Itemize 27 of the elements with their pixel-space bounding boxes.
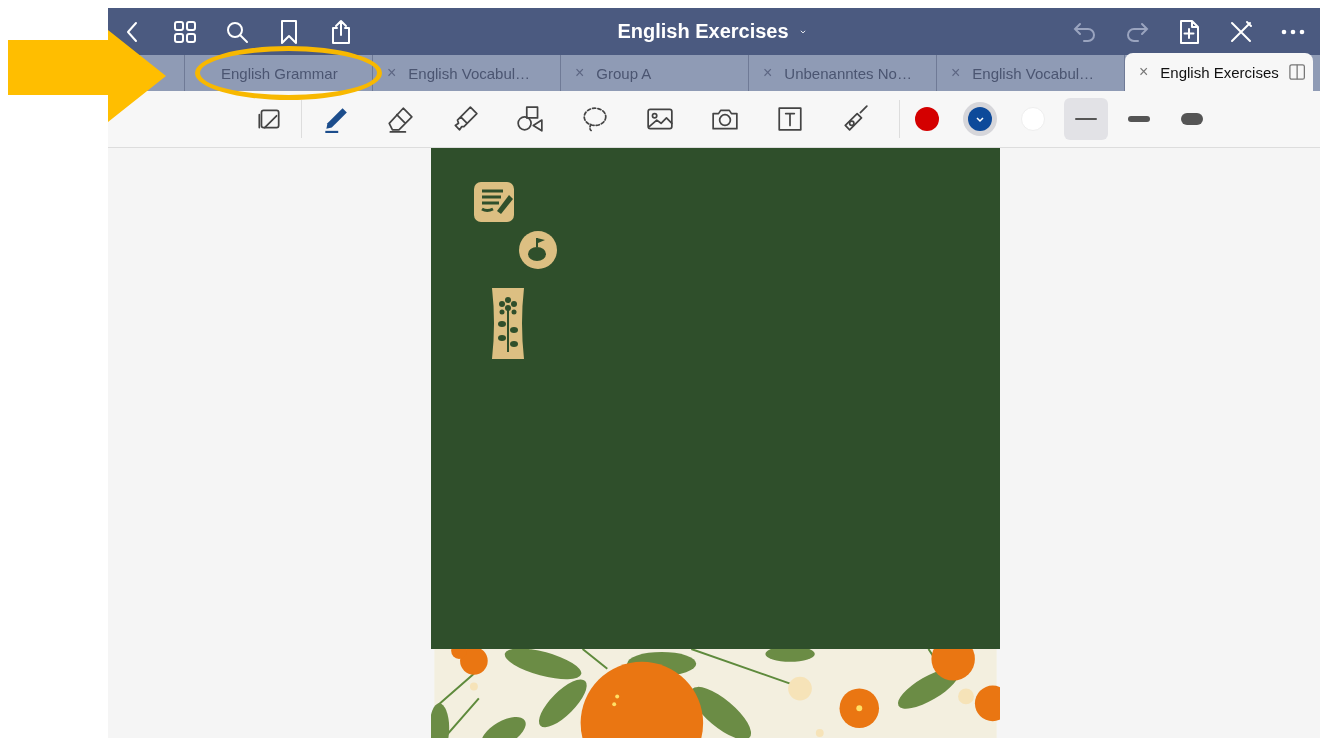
tab-label: Unbenanntes No… — [784, 64, 913, 82]
flower-sticker-icon — [489, 286, 526, 361]
grid-icon[interactable] — [172, 18, 198, 45]
close-tab-button[interactable]: × — [573, 64, 587, 82]
image-icon[interactable] — [645, 105, 674, 133]
tab-label: Group A — [596, 64, 653, 82]
tab-label: English Exercises — [1160, 63, 1279, 81]
tab-label: English Grammar — [221, 64, 339, 82]
close-tab-button[interactable]: × — [1137, 63, 1151, 81]
eraser-icon[interactable] — [385, 105, 414, 133]
notepad-sticker-icon — [472, 181, 515, 223]
pen-cross-icon[interactable] — [1228, 18, 1254, 45]
tab-label: English Vocabul… — [972, 64, 1096, 82]
close-tab-button[interactable]: × — [761, 64, 775, 82]
document-tab[interactable]: × English Exercises — [1125, 53, 1313, 91]
lasso-icon[interactable] — [580, 105, 609, 133]
text-box-icon[interactable] — [775, 105, 804, 133]
color-swatch[interactable] — [914, 107, 939, 131]
split-view-icon[interactable] — [1288, 63, 1305, 81]
shapes-icon[interactable] — [515, 105, 544, 133]
close-tab-button[interactable]: × — [385, 64, 399, 82]
close-tab-button[interactable]: × — [949, 64, 963, 82]
window-title[interactable]: English Exercises — [617, 20, 789, 43]
stroke-width-button[interactable] — [1063, 98, 1108, 140]
fruit-sticker-icon — [517, 230, 558, 270]
chevron-down-icon — [974, 114, 985, 124]
tab-label: English Vocabul… — [408, 64, 532, 82]
